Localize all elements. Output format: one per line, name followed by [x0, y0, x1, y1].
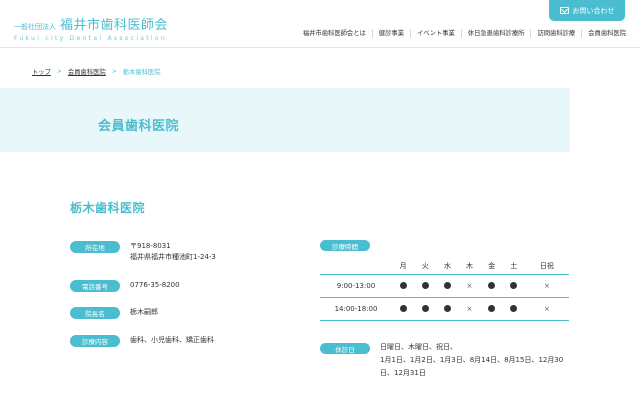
day-header: 日祝: [539, 261, 554, 270]
hours-label: 診療時間: [320, 240, 370, 251]
closed-cross-icon: ×: [543, 281, 550, 290]
open-dot-icon: [510, 305, 518, 312]
address-value: 〒918-8031 福井県福井市種池町1-24-3: [130, 241, 216, 263]
day-header: 土: [510, 261, 518, 270]
closed-cross-icon: ×: [543, 304, 550, 313]
closed-cross-icon: ×: [466, 304, 473, 313]
logo-name: 福井市歯科医師会: [60, 18, 169, 33]
schedule-mark: [502, 296, 525, 321]
closed-days-label: 休診日: [320, 343, 370, 354]
nav-item-member-clinics[interactable]: 会員歯科医院: [581, 29, 632, 38]
nav-item-holiday-clinic[interactable]: 休日急患歯科診療所: [460, 29, 531, 38]
breadcrumb-chevron-icon: >: [56, 68, 62, 75]
schedule-mark: [392, 296, 415, 321]
street-address: 福井県福井市種池町1-24-3: [130, 253, 216, 261]
open-dot-icon: [399, 305, 407, 312]
open-dot-icon: [421, 305, 429, 312]
hours-table: 月 火 水 木 金 土 日祝 9:00-13:00 × × 14:00-18:0…: [320, 258, 569, 321]
hours-row-morning: 9:00-13:00 × ×: [320, 273, 569, 297]
address-label: 所在地: [70, 241, 120, 253]
open-dot-icon: [488, 282, 496, 289]
nav-item-events[interactable]: イベント事業: [409, 29, 461, 38]
open-dot-icon: [421, 282, 429, 289]
schedule-mark: ×: [458, 296, 481, 321]
schedule-mark: [502, 273, 525, 297]
page-title-band: [0, 88, 570, 152]
schedule-mark: [414, 296, 437, 321]
services-label: 診療内容: [70, 335, 120, 347]
header-divider: [0, 47, 640, 48]
services-value: 歯科、小児歯科、矯正歯科: [130, 336, 214, 344]
schedule-mark: [436, 273, 459, 297]
closed-days-text: 日曜日、木曜日、祝日、 1月1日、1月2日、1月3日、8月14日、8月15日、1…: [380, 341, 570, 380]
breadcrumb-chevron-icon: >: [111, 68, 117, 75]
page-title: 会員歯科医院: [98, 119, 180, 134]
day-header: 金: [488, 261, 496, 270]
open-dot-icon: [510, 282, 518, 289]
hours-header-row: 月 火 水 木 金 土 日祝: [320, 258, 569, 274]
logo-org-type: 一般社団法人: [14, 23, 56, 31]
logo-english-name: Fukui city Dental Association: [14, 35, 167, 42]
open-dot-icon: [399, 282, 407, 289]
clinic-name: 栃木歯科医院: [70, 201, 146, 215]
day-header: 月: [399, 261, 407, 270]
schedule-mark: [480, 296, 503, 321]
director-value: 栃木嗣郎: [130, 308, 158, 316]
breadcrumb-current: 栃木歯科医院: [122, 69, 161, 76]
closed-days-weekly: 日曜日、木曜日、祝日、: [380, 343, 457, 351]
schedule-mark: [414, 273, 437, 297]
open-dot-icon: [443, 305, 451, 312]
nav-item-about[interactable]: 福井市歯科医師会とは: [297, 29, 372, 38]
day-header: 木: [465, 261, 473, 270]
breadcrumb: トップ > 会員歯科医院 > 栃木歯科医院: [32, 67, 161, 76]
schedule-mark: [392, 273, 415, 297]
hours-header-blank: [320, 258, 392, 274]
site-header: 一般社団法人 福井市歯科医師会 Fukui city Dental Associ…: [0, 0, 640, 50]
phone-value: 0776-35-8200: [130, 281, 180, 289]
closed-cross-icon: ×: [466, 281, 473, 290]
time-slot: 9:00-13:00: [320, 273, 392, 297]
open-dot-icon: [443, 282, 451, 289]
mail-icon: [559, 7, 569, 14]
global-nav: 福井市歯科医師会とは 健診事業 イベント事業 休日急患歯科診療所 訪問歯科診療 …: [297, 29, 632, 38]
breadcrumb-home[interactable]: トップ: [32, 67, 51, 76]
time-slot: 14:00-18:00: [320, 296, 392, 321]
schedule-mark: [480, 273, 503, 297]
day-header: 火: [421, 261, 429, 270]
hours-row-afternoon: 14:00-18:00 × ×: [320, 296, 569, 321]
site-logo[interactable]: 一般社団法人 福井市歯科医師会 Fukui city Dental Associ…: [14, 14, 168, 42]
contact-button[interactable]: お問い合わせ: [549, 0, 625, 21]
director-label: 院長名: [70, 307, 120, 319]
postal-code: 〒918-8031: [130, 242, 171, 250]
contact-button-label: お問い合わせ: [572, 6, 615, 15]
breadcrumb-parent[interactable]: 会員歯科医院: [68, 67, 106, 76]
day-header: 水: [443, 261, 451, 270]
schedule-mark: ×: [524, 273, 569, 297]
closed-days-dates: 1月1日、1月2日、1月3日、8月14日、8月15日、12月30日、12月31日: [380, 356, 564, 377]
schedule-mark: ×: [458, 273, 481, 297]
nav-item-checkup[interactable]: 健診事業: [371, 29, 410, 38]
schedule-mark: [436, 296, 459, 321]
schedule-mark: ×: [524, 296, 569, 321]
phone-label: 電話番号: [70, 280, 120, 292]
open-dot-icon: [488, 305, 496, 312]
nav-item-home-visit[interactable]: 訪問歯科診療: [530, 29, 581, 38]
